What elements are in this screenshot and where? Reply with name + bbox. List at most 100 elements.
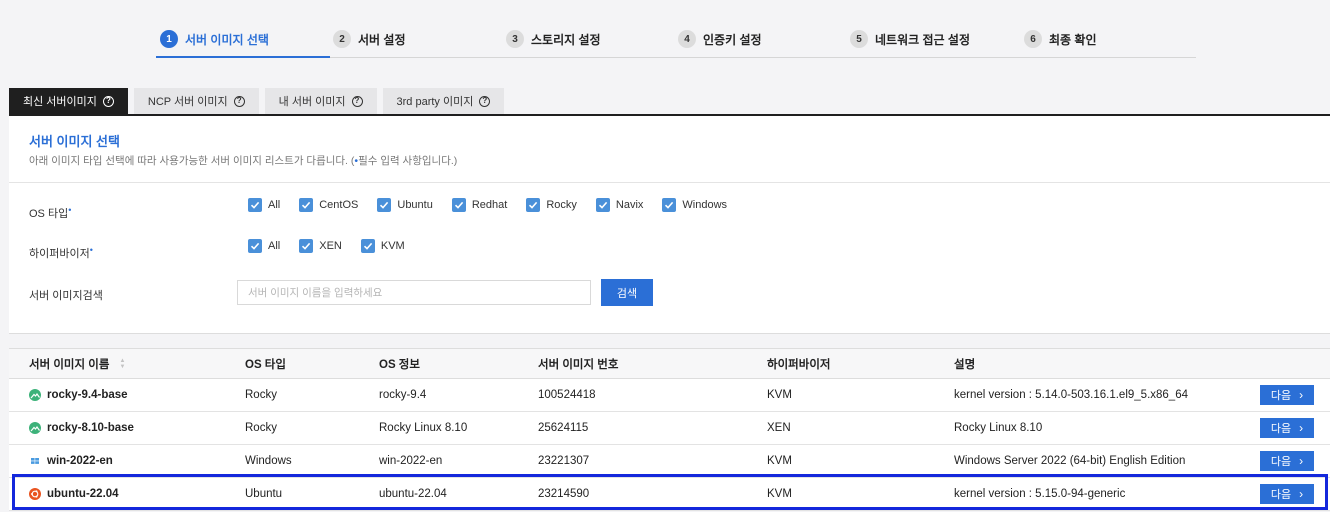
help-icon[interactable]: ?	[351, 95, 363, 107]
step-label: 최종 확인	[1049, 32, 1097, 47]
next-button[interactable]: 다음 ›	[1260, 451, 1314, 471]
step-number: 1	[160, 30, 178, 48]
chevron-right-icon: ›	[1299, 487, 1304, 501]
checkbox-checked-icon[interactable]	[248, 198, 262, 212]
chevron-right-icon: ›	[1299, 454, 1304, 468]
next-button[interactable]: 다음 ›	[1260, 484, 1314, 504]
os-info: ubuntu-22.04	[379, 488, 447, 500]
os-info: win-2022-en	[379, 455, 443, 467]
server-image-table: 서버 이미지 이름 ▲ ▼ OS 타입 OS 정보 서버 이미지 번호 하이퍼바이저…	[9, 348, 1330, 511]
checkbox-checked-icon[interactable]	[595, 198, 610, 212]
search-button[interactable]: 검색	[601, 279, 653, 306]
step-label: 스토리지 설정	[531, 32, 601, 47]
step-server-settings[interactable]: 2 서버 설정	[333, 30, 406, 48]
table-row[interactable]: rocky-8.10-base Rocky Rocky Linux 8.10 2…	[9, 412, 1330, 445]
image-number: 25624115	[538, 422, 589, 434]
column-header-os-type: OS 타입	[245, 358, 286, 371]
next-button[interactable]: 다음 ›	[1260, 418, 1314, 438]
help-icon[interactable]: ?	[479, 95, 491, 107]
os-checkbox-ubuntu[interactable]: Ubuntu	[377, 198, 433, 212]
checkbox-checked-icon[interactable]	[377, 198, 392, 212]
os-checkbox-windows[interactable]: Windows	[662, 198, 727, 212]
hypervisor: KVM	[767, 389, 792, 401]
table-header: 서버 이미지 이름 ▲ ▼ OS 타입 OS 정보 서버 이미지 번호 하이퍼바이저…	[9, 348, 1330, 379]
checkbox-checked-icon[interactable]	[662, 198, 677, 212]
description: kernel version : 5.14.0-503.16.1.el9_5.x…	[954, 389, 1188, 401]
step-storage-settings[interactable]: 3 스토리지 설정	[506, 30, 601, 48]
os-checkbox-all[interactable]: All	[248, 198, 280, 212]
os-checkbox-navix[interactable]: Navix	[595, 198, 643, 212]
column-header-hypervisor: 하이퍼바이저	[767, 358, 831, 371]
checkbox-checked-icon[interactable]	[299, 239, 314, 253]
description: Windows Server 2022 (64-bit) English Edi…	[954, 455, 1186, 467]
image-number: 100524418	[538, 389, 596, 401]
tab-ncp-images[interactable]: NCP 서버 이미지 ?	[133, 88, 259, 114]
tab-label: 3rd party 이미지	[396, 96, 474, 108]
table-row[interactable]: win-2022-en Windows win-2022-en 23221307…	[9, 445, 1330, 478]
step-server-image[interactable]: 1 서버 이미지 선택	[160, 30, 269, 48]
image-tabs: 최신 서버이미지 ? NCP 서버 이미지 ? 내 서버 이미지 ? 3rd p…	[9, 88, 510, 114]
tab-my-images[interactable]: 내 서버 이미지 ?	[264, 88, 377, 114]
os-info: Rocky Linux 8.10	[379, 422, 468, 434]
column-header-image-name[interactable]: 서버 이미지 이름 ▲ ▼	[29, 356, 125, 372]
tab-latest-images[interactable]: 최신 서버이미지 ?	[9, 88, 128, 114]
image-number: 23214590	[538, 488, 590, 500]
rocky-icon	[29, 422, 41, 434]
description: kernel version : 5.15.0-94-generic	[954, 488, 1126, 500]
column-header-image-number: 서버 이미지 번호	[538, 358, 619, 371]
hypervisor-checkbox-kvm[interactable]: KVM	[360, 239, 405, 253]
step-number: 5	[850, 30, 868, 48]
os-type-label: OS 타입•	[29, 205, 72, 220]
active-step-indicator	[156, 56, 330, 58]
os-type: Rocky	[245, 422, 277, 434]
checkbox-checked-icon[interactable]	[451, 198, 466, 212]
step-network-access[interactable]: 5 네트워크 접근 설정	[850, 30, 970, 48]
tab-label: 내 서버 이미지	[278, 96, 346, 108]
sort-icon[interactable]: ▲ ▼	[119, 358, 125, 370]
column-header-os-info: OS 정보	[379, 358, 420, 371]
hypervisor-checkbox-xen[interactable]: XEN	[299, 239, 342, 253]
step-label: 서버 이미지 선택	[185, 32, 269, 47]
hypervisor: KVM	[767, 488, 792, 500]
tab-label: NCP 서버 이미지	[147, 96, 228, 108]
panel-description: 아래 이미지 타입 선택에 따라 사용가능한 서버 이미지 리스트가 다릅니다.…	[29, 155, 458, 167]
os-checkbox-redhat[interactable]: Redhat	[451, 198, 507, 212]
table-row[interactable]: rocky-9.4-base Rocky rocky-9.4 100524418…	[9, 379, 1330, 412]
image-name: win-2022-en	[47, 455, 113, 467]
step-auth-key[interactable]: 4 인증키 설정	[678, 30, 762, 48]
chevron-right-icon: ›	[1299, 388, 1304, 402]
os-info: rocky-9.4	[379, 389, 427, 401]
os-checkbox-centos[interactable]: CentOS	[299, 198, 358, 212]
image-search-label: 서버 이미지검색	[29, 290, 103, 302]
hypervisor-label: 하이퍼바이저•	[29, 245, 93, 260]
os-checkbox-rocky[interactable]: Rocky	[526, 198, 577, 212]
table-row[interactable]: ubuntu-22.04 Ubuntu ubuntu-22.04 2321459…	[9, 478, 1330, 511]
tab-3rd-party-images[interactable]: 3rd party 이미지 ?	[382, 88, 505, 114]
filter-panel: 서버 이미지 선택 아래 이미지 타입 선택에 따라 사용가능한 서버 이미지 …	[9, 116, 1330, 334]
checkbox-checked-icon[interactable]	[360, 239, 375, 253]
image-search-input[interactable]	[237, 280, 591, 305]
step-label: 네트워크 접근 설정	[875, 32, 970, 47]
checkbox-checked-icon[interactable]	[299, 198, 314, 212]
rocky-icon	[29, 389, 41, 401]
os-type-checkboxes: All CentOS Ubuntu Redhat Rocky Navix Win…	[248, 198, 727, 212]
description: Rocky Linux 8.10	[954, 422, 1043, 434]
next-button[interactable]: 다음 ›	[1260, 385, 1314, 405]
ubuntu-icon	[29, 488, 41, 500]
hypervisor-checkbox-all[interactable]: All	[248, 239, 280, 253]
step-label: 인증키 설정	[703, 32, 762, 47]
image-number: 23221307	[538, 455, 590, 467]
image-name: rocky-9.4-base	[47, 389, 128, 401]
checkbox-checked-icon[interactable]	[248, 239, 262, 253]
os-type: Ubuntu	[245, 488, 283, 500]
step-final-confirm[interactable]: 6 최종 확인	[1024, 30, 1097, 48]
help-icon[interactable]: ?	[233, 95, 245, 107]
wizard-stepper: 1 서버 이미지 선택 2 서버 설정 3 스토리지 설정 4 인증키 설정 5…	[156, 22, 1196, 58]
column-header-description: 설명	[954, 358, 976, 371]
help-icon[interactable]: ?	[102, 95, 114, 107]
hypervisor: KVM	[767, 455, 792, 467]
panel-title: 서버 이미지 선택	[29, 134, 120, 149]
checkbox-checked-icon[interactable]	[526, 198, 541, 212]
step-label: 서버 설정	[358, 32, 406, 47]
step-number: 6	[1024, 30, 1042, 48]
